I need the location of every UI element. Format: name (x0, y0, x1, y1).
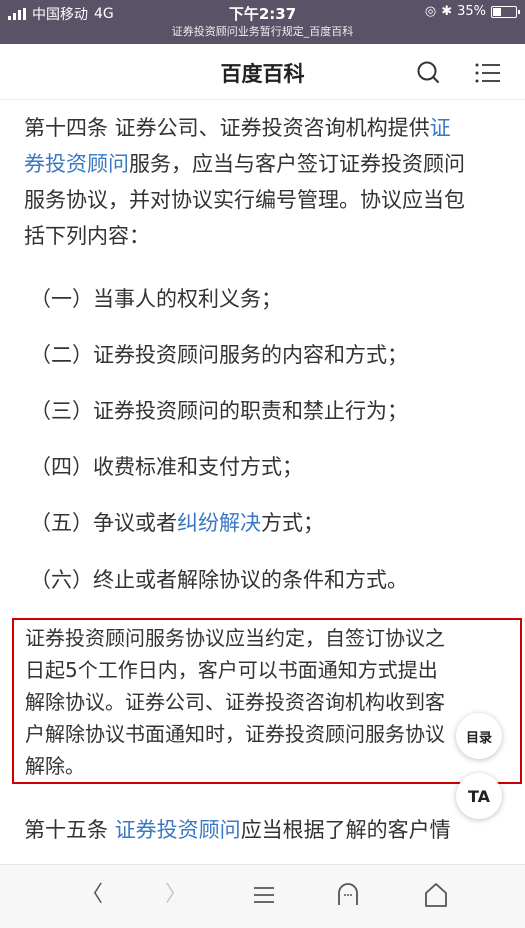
text-line: 券投资顾问服务，应当与客户签订证券投资顾问 (24, 146, 504, 182)
page-url-title: 证券投资顾问业务暂行规定_百度百科 (171, 25, 354, 38)
text-line: 日起5个工作日内，客户可以书面通知方式提出 (25, 658, 438, 682)
bluetooth-icon: ✱ (441, 4, 453, 19)
lock-rotation-icon: ◎ (424, 4, 437, 19)
highlight-text: 证券投资顾问服务协议应当约定，自签订协议之 日起5个工作日内，客户可以书面通知方… (25, 622, 515, 782)
link-securities-advisor[interactable]: 证 (430, 116, 451, 140)
search-icon[interactable] (416, 60, 442, 86)
text-span: 第十五条 (24, 818, 115, 842)
text-span: 方式； (261, 511, 324, 535)
text-span: （五）争议或者 (30, 511, 177, 535)
text-line: 证券投资顾问服务协议应当约定，自签订协议之 (25, 626, 445, 650)
text-line: 户解除协议书面通知时，证券投资顾问服务协议 (25, 722, 445, 746)
list-item: （六）终止或者解除协议的条件和方式。 (30, 568, 408, 592)
list-item: （四）收费标准和支付方式； (30, 455, 303, 479)
page-title: 百度百科 (220, 62, 305, 86)
link-dispute-resolution[interactable]: 纠纷解决 (177, 511, 261, 535)
list-item: （五）争议或者纠纷解决方式； (30, 508, 324, 538)
list-item: （三）证券投资顾问的职责和禁止行为； (30, 399, 408, 423)
app-header: 百度百科 (0, 44, 525, 100)
battery-icon (491, 5, 520, 18)
battery-fill (493, 7, 501, 16)
text-line: 解除协议。证券公司、证券投资咨询机构收到客 (25, 690, 445, 714)
list-item: （二）证券投资顾问服务的内容和方式； (30, 343, 408, 367)
highlighted-paragraph: 证券投资顾问服务协议应当约定，自签订协议之 日起5个工作日内，客户可以书面通知方… (12, 618, 522, 784)
article-content[interactable]: 第十四条 证券公司、证券投资咨询机构提供证 券投资顾问服务，应当与客户签订证券投… (0, 100, 525, 846)
menu-icon[interactable] (474, 60, 502, 86)
back-button[interactable]: 〈 (76, 879, 108, 911)
browser-bottom-nav: 〈 〉 (0, 864, 525, 928)
article-15-paragraph: 第十五条 证券投资顾问应当根据了解的客户情 (24, 812, 504, 846)
status-right: ◎ ✱ 35% (424, 4, 520, 19)
ta-button[interactable]: TA (456, 773, 502, 819)
text-span: 服务，应当与客户签订证券投资顾问 (129, 152, 465, 176)
text-line: 解除。 (25, 754, 85, 778)
text-span: 应当根据了解的客户情 (240, 818, 451, 842)
toc-button[interactable]: 目录 (456, 713, 502, 759)
home-icon[interactable] (420, 879, 452, 911)
tabs-window-icon[interactable] (332, 879, 364, 911)
list-item: （一）当事人的权利义务； (30, 287, 282, 311)
text-line: 第十四条 证券公司、证券投资咨询机构提供证 (24, 110, 504, 146)
menu-lines-icon[interactable] (248, 879, 280, 911)
text-line: 服务协议，并对协议实行编号管理。协议应当包 (24, 188, 465, 212)
link-securities-advisor[interactable]: 证券投资顾问 (115, 818, 241, 842)
battery-percent: 35% (457, 4, 486, 19)
article-14-paragraph: 第十四条 证券公司、证券投资咨询机构提供证 券投资顾问服务，应当与客户签订证券投… (24, 110, 504, 254)
text-span: 第十四条 证券公司、证券投资咨询机构提供 (24, 116, 430, 140)
forward-button[interactable]: 〉 (160, 879, 192, 911)
text-line: 括下列内容： (24, 224, 150, 248)
link-securities-advisor[interactable]: 券投资顾问 (24, 152, 129, 176)
status-bar: 中国移动 4G 下午2:37 证券投资顾问业务暂行规定_百度百科 ◎ ✱ 35% (0, 0, 525, 44)
